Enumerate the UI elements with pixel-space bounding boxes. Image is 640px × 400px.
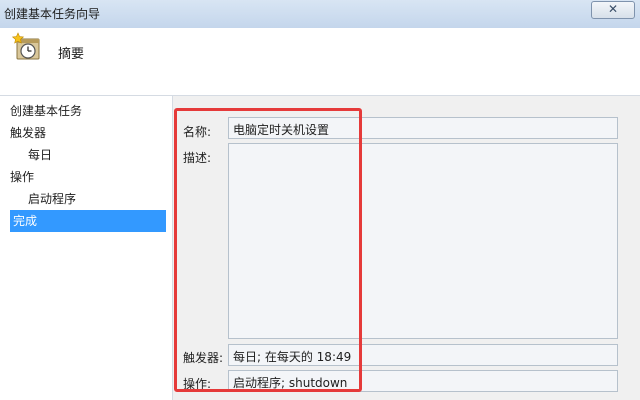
name-field[interactable]: 电脑定时关机设置: [228, 117, 618, 139]
nav-step-trigger[interactable]: 触发器: [10, 122, 46, 144]
nav-step-action[interactable]: 操作: [10, 166, 34, 188]
nav-step-create-basic-task[interactable]: 创建基本任务: [10, 100, 82, 122]
nav-step-finish[interactable]: 完成: [10, 210, 166, 232]
wizard-header: 摘要: [0, 28, 640, 96]
nav-step-daily[interactable]: 每日: [28, 144, 52, 166]
name-label: 名称:: [183, 125, 212, 139]
description-field[interactable]: [228, 143, 618, 339]
description-label: 描述:: [183, 151, 212, 165]
trigger-field[interactable]: 每日; 在每天的 18:49: [228, 344, 618, 366]
title-bar: 创建基本任务向导 ✕: [0, 0, 640, 29]
window-title: 创建基本任务向导: [4, 7, 101, 21]
task-wizard-window: 创建基本任务向导 ✕ 摘要 创建基本任务 触发器 每日 操作 启动程序 完成 名…: [0, 0, 640, 400]
close-button[interactable]: ✕: [591, 1, 635, 19]
action-label: 操作:: [183, 377, 212, 391]
action-field[interactable]: 启动程序; shutdown: [228, 370, 618, 392]
page-title: 摘要: [58, 47, 85, 62]
wizard-steps-nav: 创建基本任务 触发器 每日 操作 启动程序 完成: [0, 96, 173, 400]
scheduled-task-clock-icon: [12, 32, 40, 60]
close-icon: ✕: [607, 2, 619, 16]
trigger-label: 触发器:: [183, 351, 224, 365]
nav-step-start-program[interactable]: 启动程序: [28, 188, 76, 210]
